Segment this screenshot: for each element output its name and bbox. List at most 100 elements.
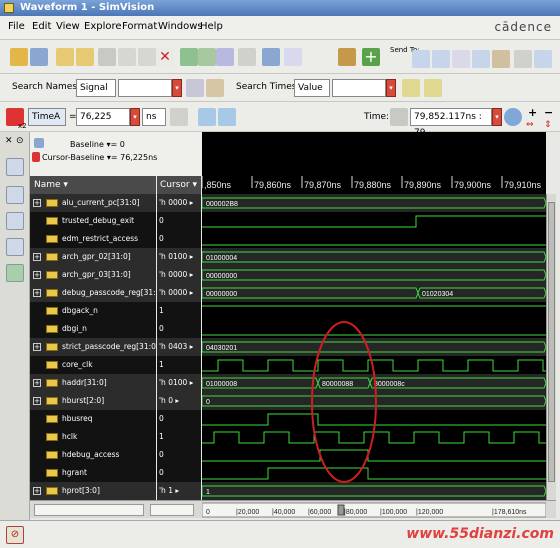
name-horizontal-scrollbar[interactable] xyxy=(34,504,144,516)
cursor-column-header[interactable]: Cursor ▾ xyxy=(157,176,201,194)
signal-row[interactable]: trusted_debug_exit xyxy=(30,212,156,230)
find-prev-icon[interactable] xyxy=(206,79,224,97)
search-names-input[interactable] xyxy=(118,79,172,97)
send-waveform-icon[interactable] xyxy=(432,50,450,68)
tool-copy-icon[interactable] xyxy=(6,238,24,256)
menu-view[interactable]: View xyxy=(56,21,80,32)
signal-row[interactable]: dbgack_n xyxy=(30,302,156,320)
save-icon[interactable] xyxy=(30,48,48,66)
timeline-label: 79,900ns xyxy=(454,180,492,190)
add-signal-icon[interactable] xyxy=(180,48,198,66)
expand-bus-icon[interactable]: + xyxy=(33,379,41,387)
redo-icon[interactable] xyxy=(76,48,94,66)
send-schematic-icon[interactable] xyxy=(412,50,430,68)
time-range-icon[interactable] xyxy=(390,108,408,126)
expand-bus-icon[interactable]: + xyxy=(33,253,41,261)
expand-bus-icon[interactable]: + xyxy=(33,289,41,297)
send-design-icon[interactable] xyxy=(534,50,552,68)
menu-format[interactable]: Format xyxy=(122,21,157,32)
trace-icon[interactable] xyxy=(284,48,302,66)
prev-edge-icon[interactable] xyxy=(198,108,216,126)
menu-explore[interactable]: Explore xyxy=(84,21,122,32)
marker-icon[interactable] xyxy=(238,48,256,66)
time-range-input[interactable]: 79,852.117ns : 79, xyxy=(410,108,492,138)
undo-icon[interactable] xyxy=(56,48,74,66)
signal-row[interactable]: + hprot[3:0] xyxy=(30,482,156,500)
menu-file[interactable]: File xyxy=(8,21,25,32)
tool-compare-icon[interactable] xyxy=(6,264,24,282)
vertical-scroll-thumb[interactable] xyxy=(548,202,555,482)
send-register-icon[interactable] xyxy=(472,50,490,68)
cursor-baseline-label[interactable]: Cursor-Baseline ▾= 76,225ns xyxy=(42,153,157,162)
signal-row[interactable]: hclk xyxy=(30,428,156,446)
tool-hierarchy-icon[interactable] xyxy=(6,186,24,204)
zoom-out-icon[interactable]: − xyxy=(544,106,553,119)
copy-icon[interactable] xyxy=(118,48,136,66)
signal-row[interactable]: + haddr[31:0] xyxy=(30,374,156,392)
format-icon[interactable] xyxy=(262,48,280,66)
search-names-dropdown-button[interactable]: ▾ xyxy=(172,79,182,97)
signal-row[interactable]: + arch_gpr_02[31:0] xyxy=(30,248,156,266)
search-back-icon[interactable] xyxy=(402,79,420,97)
name-column-header[interactable]: Name ▾ xyxy=(30,176,156,194)
signal-row[interactable]: dbgi_n xyxy=(30,320,156,338)
tool-list-icon[interactable] xyxy=(6,212,24,230)
pane-options-icon[interactable]: ⊙ xyxy=(16,136,24,146)
close-pane-icon[interactable]: ✕ xyxy=(5,136,13,146)
time-a-input[interactable]: 76,225 xyxy=(76,108,130,126)
signal-row[interactable]: hdebug_access xyxy=(30,446,156,464)
menu-help[interactable]: Help xyxy=(200,21,223,32)
time-range-dropdown-button[interactable]: ▾ xyxy=(492,108,502,126)
zoom-in-icon[interactable]: + xyxy=(528,106,537,119)
expand-bus-icon[interactable]: + xyxy=(33,271,41,279)
paste-icon[interactable] xyxy=(138,48,156,66)
time-a-dropdown-button[interactable]: ▾ xyxy=(130,108,140,126)
search-times-dropdown-button[interactable]: ▾ xyxy=(386,79,396,97)
find-next-icon[interactable] xyxy=(186,79,204,97)
expand-icon[interactable] xyxy=(216,48,234,66)
stop-icon[interactable]: ⊘ xyxy=(6,526,24,544)
tool-select-icon[interactable] xyxy=(6,158,24,176)
time-overview-scale[interactable]: 0 |20,000 |40,000 |60,000 |80,000 |100,000 |12… xyxy=(202,501,546,519)
vertical-scrollbar[interactable] xyxy=(546,194,556,500)
expand-bus-icon[interactable]: + xyxy=(33,343,41,351)
signal-row[interactable]: + hburst[2:0] xyxy=(30,392,156,410)
overview-position-marker[interactable] xyxy=(337,504,345,516)
search-times-type-select[interactable]: Value xyxy=(294,79,330,97)
signal-row[interactable]: + arch_gpr_03[31:0] xyxy=(30,266,156,284)
plus-icon[interactable]: + xyxy=(362,48,380,66)
zoom-full-icon[interactable]: ⇕ xyxy=(544,120,552,130)
search-forward-icon[interactable] xyxy=(424,79,442,97)
signal-row[interactable]: hbusreq xyxy=(30,410,156,428)
cursor-horizontal-scrollbar[interactable] xyxy=(150,504,194,516)
zoom-icon[interactable] xyxy=(504,108,522,126)
snap-icon[interactable] xyxy=(170,108,188,126)
signal-row[interactable]: + alu_current_pc[31:0] xyxy=(30,194,156,212)
signal-row[interactable]: hgrant xyxy=(30,464,156,482)
next-edge-icon[interactable] xyxy=(218,108,236,126)
group-icon[interactable] xyxy=(198,48,216,66)
signal-row[interactable]: + strict_passcode_reg[31:0] xyxy=(30,338,156,356)
cut-icon[interactable] xyxy=(98,48,116,66)
send-memory-icon[interactable] xyxy=(492,50,510,68)
signal-row[interactable]: edm_restrict_access xyxy=(30,230,156,248)
menu-edit[interactable]: Edit xyxy=(32,21,51,32)
delete-icon[interactable]: ✕ xyxy=(156,48,174,66)
waveform-canvas[interactable]: ,850ns 79,860ns 79,870ns 79,880ns 79,890ns 79… xyxy=(201,132,547,500)
expand-bus-icon[interactable]: + xyxy=(33,397,41,405)
search-names-type-select[interactable]: Signal xyxy=(76,79,116,97)
send-table-icon[interactable] xyxy=(514,50,532,68)
zoom-fit-icon[interactable]: ⇔ xyxy=(526,120,534,130)
time-unit-select[interactable]: ns xyxy=(142,108,166,126)
open-icon[interactable] xyxy=(10,48,28,66)
send-source-icon[interactable] xyxy=(452,50,470,68)
cursor-select[interactable]: TimeA xyxy=(28,108,66,126)
search-times-input[interactable] xyxy=(332,79,386,97)
expand-bus-icon[interactable]: + xyxy=(33,199,41,207)
baseline-label[interactable]: Baseline ▾= 0 xyxy=(70,140,125,149)
menu-windows[interactable]: Windows xyxy=(158,21,203,32)
signal-row[interactable]: core_clk xyxy=(30,356,156,374)
expand-bus-icon[interactable]: + xyxy=(33,487,41,495)
package-icon[interactable] xyxy=(338,48,356,66)
signal-row[interactable]: + debug_passcode_reg[31:0] xyxy=(30,284,156,302)
